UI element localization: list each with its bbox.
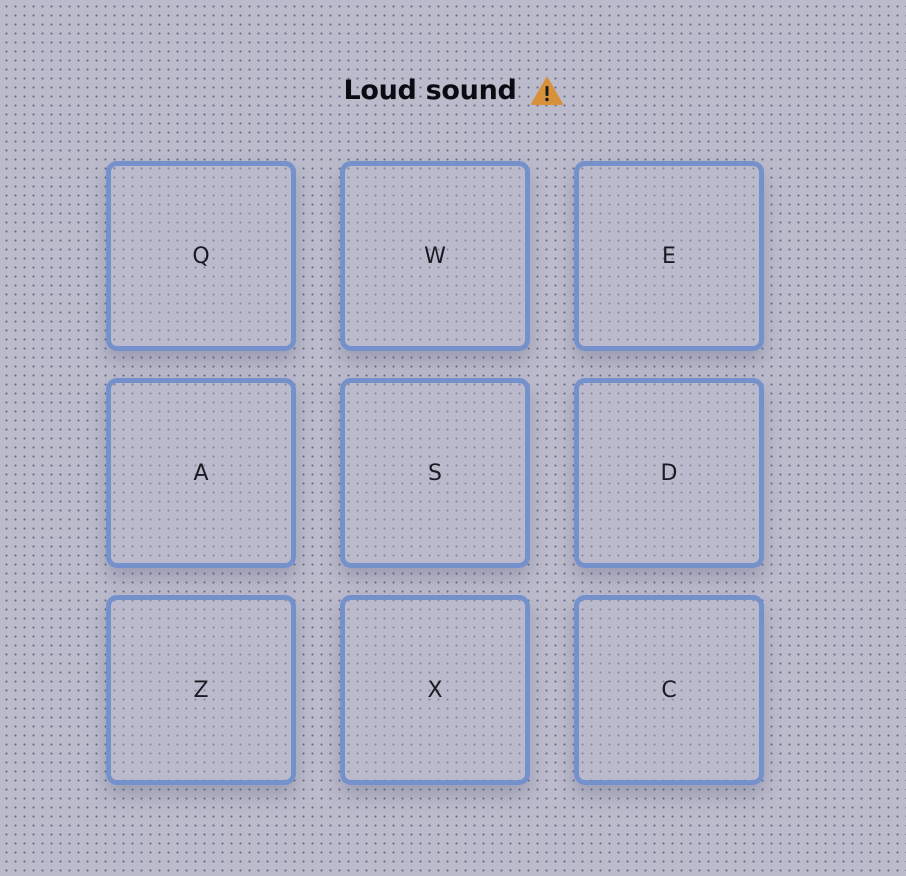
pad-key-label: W (424, 243, 446, 269)
pad-key-label: S (428, 460, 442, 486)
pad-key-label: Q (192, 243, 210, 269)
drum-pad-grid: Q W E A S D Z X C (106, 161, 764, 785)
drum-pad-d[interactable]: D (574, 378, 764, 568)
pad-key-label: X (427, 677, 443, 703)
display-title: Loud sound (343, 74, 517, 106)
drum-pad-e[interactable]: E (574, 161, 764, 351)
drum-pad-a[interactable]: A (106, 378, 296, 568)
drum-pad-q[interactable]: Q (106, 161, 296, 351)
pad-key-label: E (662, 243, 676, 269)
pad-key-label: C (661, 677, 677, 703)
drum-pad-z[interactable]: Z (106, 595, 296, 785)
display-header: Loud sound (0, 74, 906, 106)
warning-icon (530, 77, 563, 105)
drum-pad-x[interactable]: X (340, 595, 530, 785)
drum-pad-s[interactable]: S (340, 378, 530, 568)
drum-pad-c[interactable]: C (574, 595, 764, 785)
drum-pad-w[interactable]: W (340, 161, 530, 351)
pad-key-label: Z (193, 677, 209, 703)
pad-key-label: A (193, 460, 209, 486)
pad-key-label: D (660, 460, 678, 486)
